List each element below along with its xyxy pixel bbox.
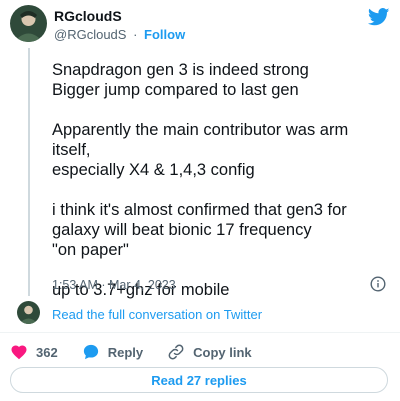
author-block: RGcloudS @RGcloudS · Follow [54, 9, 185, 41]
reply-label: Reply [107, 344, 144, 360]
twitter-bird-icon[interactable] [368, 8, 390, 26]
read-full-conversation-link[interactable]: Read the full conversation on Twitter [52, 307, 262, 322]
tweet-line: Snapdragon gen 3 is indeed strong [52, 61, 309, 79]
link-icon [168, 344, 184, 360]
conversation-avatar[interactable] [17, 301, 40, 324]
tweet-line: "on paper" [52, 241, 129, 259]
copy-link-label: Copy link [193, 344, 252, 360]
read-replies-button[interactable]: Read 27 replies [10, 367, 388, 393]
tweet-line: Bigger jump compared to last gen [52, 81, 299, 99]
handle-separator: · [133, 27, 138, 42]
tweet-line: Apparently the main contributor was arm … [52, 121, 349, 159]
author-handle[interactable]: @RGcloudS [54, 27, 126, 42]
tweet-embed-card: RGcloudS @RGcloudS · Follow Snapdragon g… [0, 0, 400, 401]
author-display-name[interactable]: RGcloudS [54, 9, 185, 23]
like-button[interactable]: 362 [10, 343, 58, 361]
tweet-line: i think it's almost confirmed that gen3 … [52, 201, 347, 219]
author-handle-row: @RGcloudS · Follow [54, 28, 185, 41]
like-count: 362 [36, 344, 58, 360]
copy-link-button[interactable]: Copy link [167, 343, 252, 361]
heart-icon [11, 345, 27, 360]
tweet-line: galaxy will beat bionic 17 frequency [52, 221, 312, 239]
reply-button[interactable]: Reply [82, 343, 143, 361]
tweet-timestamp[interactable]: 1:53 AM · Mar 4, 2023 [52, 278, 176, 292]
thread-line [28, 48, 30, 296]
speech-bubble-icon [83, 344, 98, 360]
divider [0, 332, 400, 333]
tweet-text: Snapdragon gen 3 is indeed strong Bigger… [52, 60, 382, 300]
avatar[interactable] [10, 5, 47, 42]
action-bar: 362 Reply Copy link [10, 343, 276, 361]
tweet-line: especially X4 & 1,4,3 config [52, 161, 255, 179]
info-icon[interactable] [370, 276, 386, 292]
follow-button[interactable]: Follow [144, 27, 185, 42]
